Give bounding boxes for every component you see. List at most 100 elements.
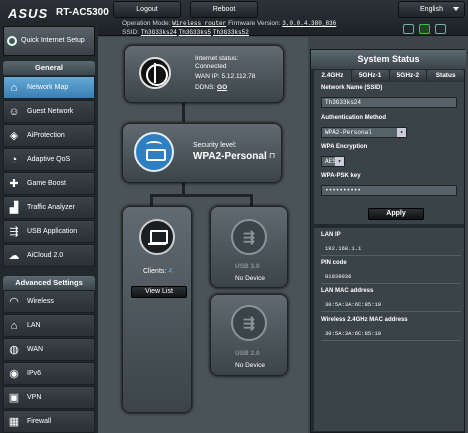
lan-mac-label: LAN MAC address (321, 288, 374, 294)
vpn-icon: ▣ (8, 391, 20, 404)
auth-method-select[interactable]: WPA2-Personal ▾ (321, 127, 407, 138)
firewall-icon: ▦ (8, 415, 20, 428)
divider (321, 283, 461, 284)
wireless-mac-value: 30:5A:3A:6C:85:10 (325, 330, 382, 337)
sidebar-item-usb-application[interactable]: ⇶ USB Application (3, 220, 95, 243)
wifi-status-icon[interactable] (435, 24, 446, 34)
pin-code-value: 81039036 (325, 273, 352, 280)
clients-node[interactable]: Clients: 4 View List (122, 206, 192, 413)
usb-icon: ⇶ (231, 305, 267, 341)
sidebar-item-game-boost[interactable]: ✚ Game Boost (3, 172, 95, 195)
sidebar-item-vpn[interactable]: ▣ VPN (3, 386, 95, 409)
clients-value: 4 (168, 268, 173, 275)
ddns: DDNS: GO (195, 84, 227, 91)
sidebar-item-ipv6[interactable]: ◉ IPv6 (3, 362, 95, 385)
sidebar-item-label: AiProtection (27, 132, 65, 139)
usb-icon: ⇶ (9, 225, 19, 238)
ssid-label: SSID: (122, 29, 139, 36)
clients-label: Clients: (143, 268, 167, 275)
sidebar-item-wireless[interactable]: ◠ Wireless (3, 290, 95, 313)
language-select[interactable]: English (398, 1, 465, 18)
wpa-psk-input[interactable]: •••••••••• (321, 185, 457, 196)
sidebar-item-guest-network[interactable]: ☺ Guest Network (3, 100, 95, 123)
sidebar-item-label: Game Boost (27, 180, 66, 187)
sidebar-item-label: Wireless (27, 298, 54, 305)
firmware-link[interactable]: 3.0.0.4.380_836 (282, 20, 336, 27)
model-name: RT-AC5300 (56, 7, 109, 18)
usb2-node[interactable]: ⇶ USB 2.0 No Device (210, 294, 288, 376)
sidebar-item-adaptive-qos[interactable]: ◔ Adaptive QoS (3, 148, 95, 171)
sidebar: Quick Internet Setup General ⌂ Network Ma… (0, 23, 98, 433)
asus-logo: ASUS (8, 6, 49, 21)
connector-line (150, 194, 253, 197)
auth-method-label: Authentication Method (321, 115, 386, 121)
gamepad-icon: ✚ (9, 177, 19, 190)
usb3-label: USB 3.0 (235, 263, 260, 270)
tab-5ghz-2[interactable]: 5GHz-2 (389, 70, 427, 82)
language-value: English (420, 6, 443, 13)
sidebar-item-aicloud[interactable]: ☁ AiCloud 2.0 (3, 244, 95, 267)
router-icon (134, 132, 174, 172)
internet-status-icon[interactable] (419, 24, 430, 34)
ipv6-icon: ◉ (9, 367, 19, 380)
ssid-input[interactable]: Th3G33ks24 (321, 97, 457, 108)
sidebar-item-firewall[interactable]: ▦ Firewall (3, 410, 95, 433)
ssid-link-1[interactable]: Th3G33ks24 (141, 29, 177, 36)
tab-status[interactable]: Status (427, 70, 464, 82)
firmware-label: Firmware Version: (228, 20, 281, 27)
status-icons (403, 24, 446, 34)
logout-button[interactable]: Logout (113, 1, 181, 18)
system-status-title: System Status (311, 50, 466, 69)
sidebar-item-label: WAN (27, 346, 44, 353)
pin-code-label: PIN code (321, 260, 347, 266)
sidebar-item-network-map[interactable]: ⌂ Network Map (3, 76, 95, 99)
ssid-link-3[interactable]: Th3G33ks52 (213, 29, 249, 36)
divider (321, 311, 461, 312)
reboot-button[interactable]: Reboot (190, 1, 258, 18)
network-map-icon: ⌂ (10, 81, 18, 94)
band-tabs: 2.4GHz 5GHz-1 5GHz-2 Status (314, 70, 464, 82)
internet-status-label: Internet status: (195, 55, 238, 62)
gauge-icon: ◔ (10, 153, 18, 166)
guest-network-icon: ☺ (8, 105, 20, 118)
lan-mac-value: 30:5A:3A:6C:85:10 (325, 301, 382, 308)
cloud-icon: ☁ (8, 249, 20, 262)
sidebar-item-label: Guest Network (27, 108, 74, 115)
ssid-line: SSID: Th3G33ks24 Th3G33ks5 Th3G33ks52 (122, 29, 249, 36)
wpa-encryption-select[interactable]: AES ▾ (321, 156, 345, 167)
connector-line (250, 194, 253, 206)
sidebar-item-label: Firewall (27, 418, 52, 425)
connector-line (182, 102, 185, 122)
sidebar-item-label: Traffic Analyzer (27, 204, 75, 211)
wpa-psk-label: WPA-PSK key (321, 173, 361, 179)
quick-internet-setup-button[interactable]: Quick Internet Setup (3, 26, 95, 56)
sidebar-item-wan[interactable]: ◍ WAN (3, 338, 95, 361)
sidebar-item-lan[interactable]: ⌂ LAN (3, 314, 95, 337)
shield-icon: ◈ (9, 129, 19, 142)
tab-2-4ghz[interactable]: 2.4GHz (314, 70, 351, 82)
chart-icon: ▟ (9, 201, 19, 214)
chevron-down-icon: ▾ (335, 157, 344, 166)
operation-mode-link[interactable]: Wireless router (172, 20, 226, 27)
router-node[interactable]: Security level: WPA2-Personal ⊓ (122, 123, 282, 183)
wireless-mac-label: Wireless 2.4GHz MAC address (321, 317, 408, 323)
internet-node[interactable]: Internet status: Connected WAN IP: 5.12.… (124, 45, 284, 103)
sidebar-item-label: VPN (27, 394, 42, 401)
lan-ip-value: 192.168.1.1 (325, 245, 362, 252)
general-heading: General (3, 61, 95, 75)
view-list-button[interactable]: View List (131, 286, 187, 298)
sidebar-item-label: LAN (27, 322, 41, 329)
usb3-device: No Device (235, 275, 265, 282)
security-level-label: Security level: (193, 142, 237, 149)
apply-button[interactable]: Apply (368, 208, 424, 220)
usb-status-icon[interactable] (403, 24, 414, 34)
usb3-node[interactable]: ⇶ USB 3.0 No Device (210, 206, 288, 288)
auth-method-value: WPA2-Personal (325, 129, 372, 136)
sidebar-item-traffic-analyzer[interactable]: ▟ Traffic Analyzer (3, 196, 95, 219)
divider (321, 340, 461, 341)
sidebar-item-aiprotection[interactable]: ◈ AiProtection (3, 124, 95, 147)
tab-5ghz-1[interactable]: 5GHz-1 (351, 70, 389, 82)
connector-line (150, 194, 153, 206)
ddns-go-link[interactable]: GO (217, 84, 227, 91)
ssid-link-2[interactable]: Th3G33ks5 (179, 29, 211, 36)
